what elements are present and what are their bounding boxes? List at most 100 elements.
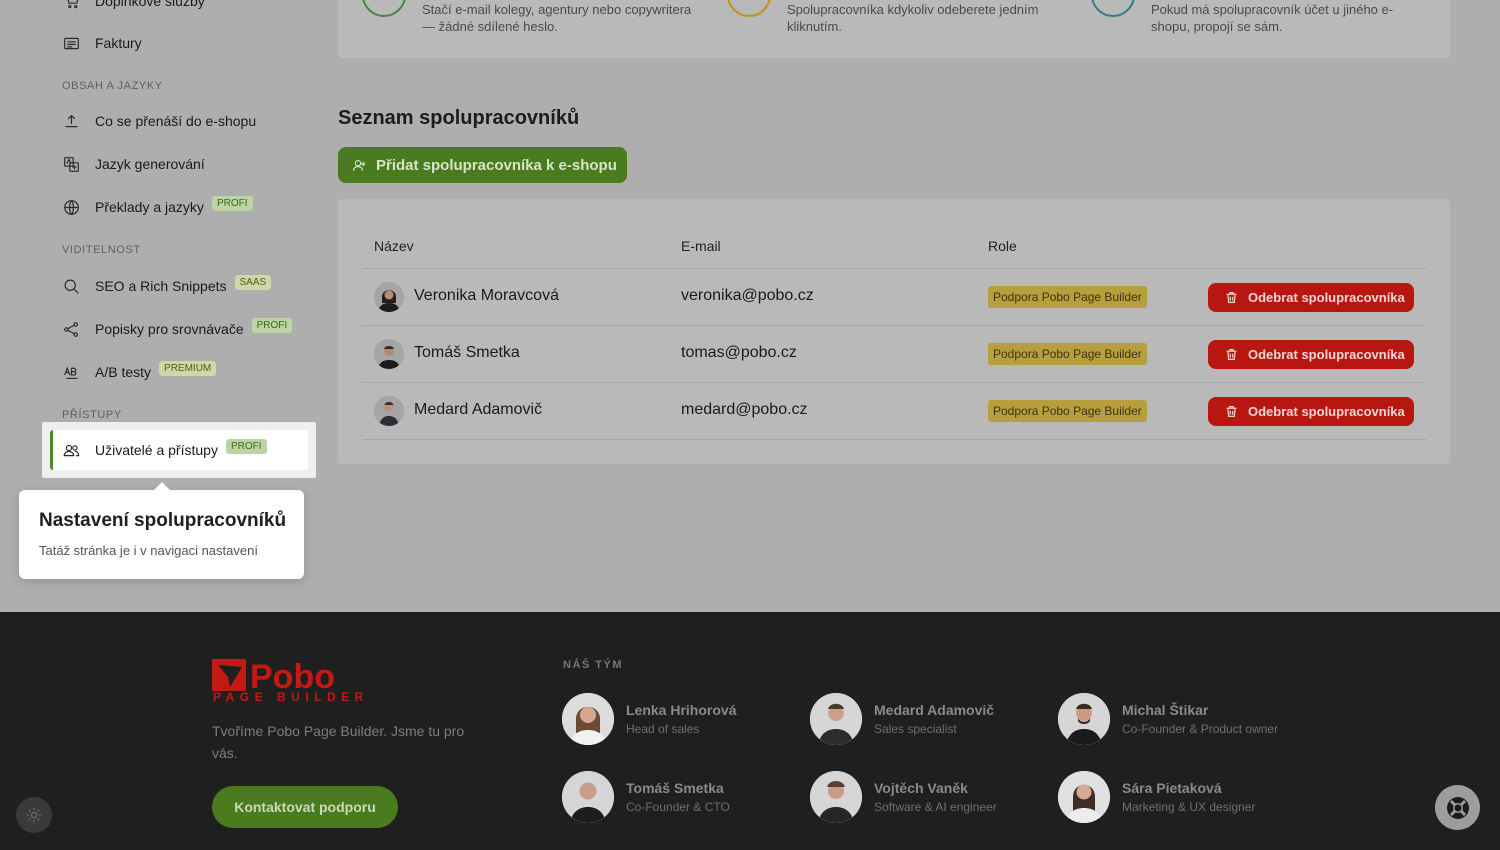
- remove-collaborator-label: Odebrat spolupracovníka: [1248, 404, 1405, 419]
- team-member-role: Head of sales: [626, 722, 700, 736]
- plan-badge: PROFI: [211, 195, 253, 211]
- settings-button[interactable]: [16, 797, 52, 833]
- team-member-name: Sára Pietaková: [1122, 780, 1222, 796]
- remove-collaborator-button[interactable]: Odebrat spolupracovníka: [1208, 397, 1414, 426]
- globe-icon: [62, 198, 80, 216]
- plan-badge: PROFI: [251, 317, 293, 333]
- sidebar-item-label: Co se přenáší do e-shopu: [95, 113, 257, 129]
- sidebar-item-invoices[interactable]: Faktury: [62, 31, 142, 55]
- invoice-icon: [62, 34, 80, 52]
- team-member-name: Tomáš Smetka: [626, 780, 724, 796]
- sidebar-item-translations[interactable]: Překlady a jazyky PROFI: [62, 195, 253, 219]
- sidebar-item-generation-language[interactable]: Jazyk generování: [62, 152, 205, 176]
- logo-subtext: PAGE BUILDER: [213, 690, 362, 703]
- feature-text: Pokud má spolupracovník účet u jiného e-…: [1151, 2, 1394, 34]
- team-member-name: Vojtěch Vaněk: [874, 780, 968, 796]
- users-icon: [62, 441, 80, 459]
- table-row-email: veronika@pobo.cz: [681, 287, 814, 304]
- sidebar-section-title: Viditelnost: [62, 244, 141, 256]
- sidebar-item-label: Faktury: [95, 35, 142, 51]
- sidebar-item-additional-services[interactable]: Doplňkové služby: [62, 0, 205, 13]
- table-row-email: medard@pobo.cz: [681, 401, 808, 418]
- feature-text: Spolupracovníka kdykoliv odeberete jední…: [787, 2, 1039, 34]
- team-member-name: Lenka Hrihorová: [626, 702, 737, 718]
- remove-collaborator-button[interactable]: Odebrat spolupracovníka: [1208, 283, 1414, 312]
- table-divider: [362, 268, 1426, 269]
- team-photo: [562, 771, 614, 823]
- column-header-role: Role: [988, 238, 1017, 254]
- remove-collaborator-button[interactable]: Odebrat spolupracovníka: [1208, 340, 1414, 369]
- add-collaborator-label: Přidat spolupracovníka k e-shopu: [376, 156, 617, 174]
- team-photo: [562, 693, 614, 745]
- sidebar-section-title: Obsah a jazyky: [62, 80, 163, 92]
- avatar: [374, 396, 404, 426]
- sidebar-item-label: Popisky pro srovnávače: [95, 321, 244, 337]
- table-row-email: tomas@pobo.cz: [681, 344, 797, 361]
- sidebar-item-label: Uživatelé a přístupy: [95, 442, 218, 458]
- pobo-logo[interactable]: Pobo PAGE BUILDER: [212, 657, 363, 704]
- trash-icon: [1226, 292, 1237, 303]
- footer-tagline: Tvoříme Pobo Page Builder. Jsme tu pro v…: [212, 723, 465, 761]
- team-member-role: Sales specialist: [874, 722, 957, 736]
- language-icon: [62, 155, 80, 173]
- plan-badge: PROFI: [225, 438, 267, 454]
- lifebuoy-icon: [1446, 796, 1469, 819]
- avatar: [374, 339, 404, 369]
- team-photo: [810, 771, 862, 823]
- avatar: [374, 282, 404, 312]
- plan-badge: PREMIUM: [159, 360, 217, 376]
- sidebar-item-seo[interactable]: SEO a Rich Snippets SAAS: [62, 274, 272, 298]
- column-header-email: E-mail: [681, 238, 721, 254]
- team-member-role: Marketing & UX designer: [1122, 800, 1256, 814]
- trash-icon: [1226, 349, 1237, 360]
- add-user-icon: [352, 159, 366, 171]
- sidebar-item-users[interactable]: Uživatelé a přístupy PROFI: [62, 438, 267, 462]
- sidebar-item-label: A/B testy: [95, 364, 152, 380]
- sidebar-section-title: Přístupy: [62, 409, 122, 421]
- table-row-name: Tomáš Smetka: [414, 344, 520, 361]
- table-row-name: Veronika Moravcová: [414, 287, 559, 304]
- ab-test-icon: [62, 363, 80, 381]
- team-member-role: Software & AI engineer: [874, 800, 997, 814]
- trash-icon: [1226, 406, 1237, 417]
- team-member-role: Co-Founder & Product owner: [1122, 722, 1279, 736]
- table-row-name: Medard Adamovič: [414, 401, 543, 418]
- table-divider: [362, 325, 1426, 326]
- table-divider: [362, 439, 1426, 440]
- sidebar-item-ab-tests[interactable]: A/B testy PREMIUM: [62, 360, 217, 384]
- sidebar-item-label: Doplňkové služby: [95, 0, 205, 9]
- sidebar-item-comparators[interactable]: Popisky pro srovnávače PROFI: [62, 317, 293, 341]
- team-member-name: Michal Štikar: [1122, 702, 1209, 718]
- team-photo: [1058, 771, 1110, 823]
- table-divider: [362, 382, 1426, 383]
- add-collaborator-button[interactable]: Přidat spolupracovníka k e-shopu: [338, 147, 627, 183]
- sidebar-item-label: Překlady a jazyky: [95, 199, 204, 215]
- team-photo: [1058, 693, 1110, 745]
- cart-icon: [62, 0, 80, 10]
- onboarding-tooltip: Nastavení spolupracovníků Tatáž stránka …: [19, 482, 304, 579]
- role-badge: Podpora Pobo Page Builder: [988, 343, 1147, 365]
- tooltip-title: Nastavení spolupracovníků: [39, 510, 287, 531]
- tooltip-text: Tatáž stránka je i v navigaci nastavení: [39, 543, 258, 558]
- team-member-name: Medard Adamovič: [874, 702, 995, 718]
- sidebar-item-content-transfer[interactable]: Co se přenáší do e-shopu: [62, 109, 256, 133]
- feature-text: Stačí e-mail kolegy, agentury nebo copyw…: [422, 2, 692, 34]
- column-header-name: Název: [374, 238, 414, 254]
- contact-support-button[interactable]: Kontaktovat podporu: [212, 786, 398, 828]
- share-icon: [62, 320, 80, 338]
- collaborators-title: Seznam spolupracovníků: [338, 107, 580, 129]
- role-badge: Podpora Pobo Page Builder: [988, 400, 1147, 422]
- team-heading: NÁŠ TÝM: [563, 659, 623, 671]
- sidebar-item-label: Jazyk generování: [95, 156, 205, 172]
- team-member-role: Co-Founder & CTO: [626, 800, 730, 814]
- role-badge: Podpora Pobo Page Builder: [988, 286, 1147, 308]
- remove-collaborator-label: Odebrat spolupracovníka: [1248, 347, 1405, 362]
- upload-icon: [62, 112, 80, 130]
- remove-collaborator-label: Odebrat spolupracovníka: [1248, 290, 1405, 305]
- gear-icon: [26, 807, 42, 823]
- help-button[interactable]: [1435, 785, 1480, 830]
- search-icon: [62, 277, 80, 295]
- sidebar-item-label: SEO a Rich Snippets: [95, 278, 227, 294]
- plan-badge: SAAS: [234, 274, 272, 290]
- team-photo: [810, 693, 862, 745]
